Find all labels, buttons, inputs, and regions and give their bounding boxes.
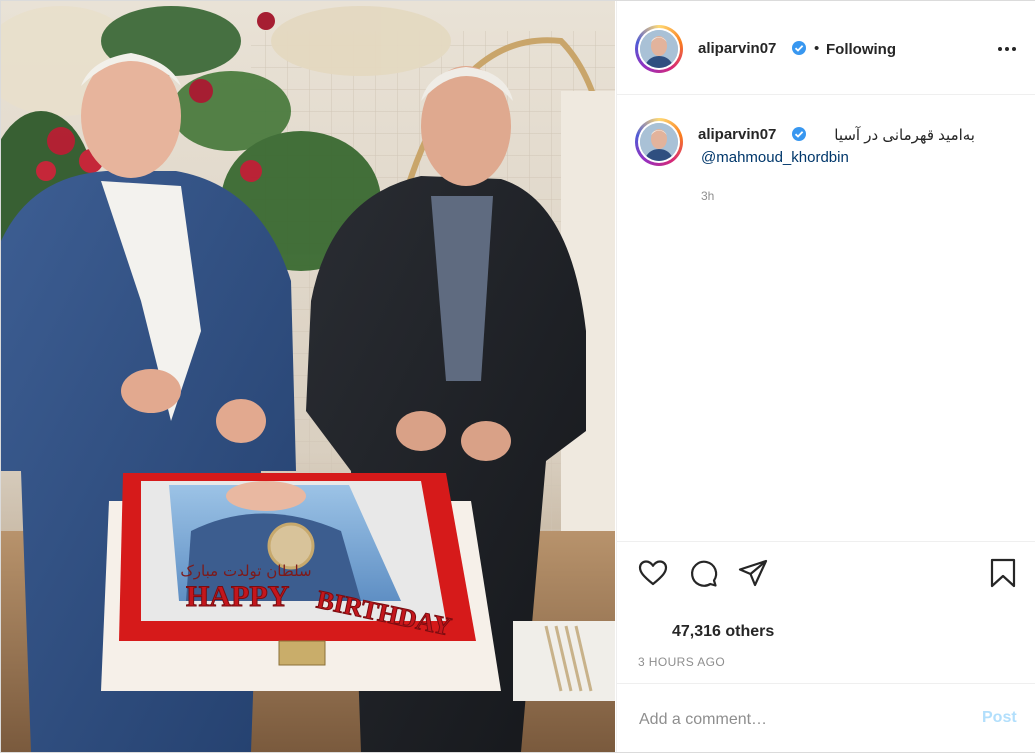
verified-badge-icon xyxy=(792,41,806,55)
cake-caption: سلطان تولدت مبارک xyxy=(180,562,311,580)
birthday-cake: سلطان تولدت مبارک HAPPY BIRTHDAY xyxy=(101,473,501,691)
caption-mention-link[interactable]: @mahmoud_khordbin xyxy=(701,149,849,166)
caption-time: 3h xyxy=(701,189,715,203)
more-options-icon[interactable] xyxy=(997,39,1017,59)
post-actions: 47,316 others 3 HOURS AGO xyxy=(617,541,1035,684)
cake-text-happy: HAPPY xyxy=(186,580,290,613)
comment-bar: Post xyxy=(617,683,1035,753)
heart-icon[interactable] xyxy=(637,557,669,589)
caption-text: به‌امید قهرمانی در آسیا xyxy=(834,127,975,144)
header-username[interactable]: aliparvin07 xyxy=(698,40,776,57)
photo-illustration: سلطان تولدت مبارک HAPPY BIRTHDAY xyxy=(1,1,615,752)
following-button[interactable]: Following xyxy=(826,41,896,58)
post-comment-button[interactable]: Post xyxy=(982,709,1017,727)
bookmark-icon[interactable] xyxy=(987,557,1019,589)
avatar[interactable] xyxy=(635,25,683,73)
paper-plane-icon[interactable] xyxy=(737,557,769,589)
caption-username[interactable]: aliparvin07 xyxy=(698,126,776,143)
comment-icon[interactable] xyxy=(687,557,719,589)
post-photo[interactable]: سلطان تولدت مبارک HAPPY BIRTHDAY xyxy=(1,1,615,752)
post-details-panel: aliparvin07 • Following xyxy=(616,1,1035,752)
posted-time: 3 HOURS AGO xyxy=(638,655,726,669)
caption-section: aliparvin07 به‌امید قهرمانی در آسیا @mah… xyxy=(617,96,1035,216)
likes-count[interactable]: 47,316 others xyxy=(672,623,774,641)
comment-input[interactable] xyxy=(637,706,961,734)
caption-verified-badge-icon xyxy=(792,127,806,141)
header-separator: • xyxy=(814,40,820,57)
post-window: سلطان تولدت مبارک HAPPY BIRTHDAY aliparv… xyxy=(0,0,1035,753)
caption-avatar[interactable] xyxy=(635,118,683,166)
post-header: aliparvin07 • Following xyxy=(617,1,1035,95)
